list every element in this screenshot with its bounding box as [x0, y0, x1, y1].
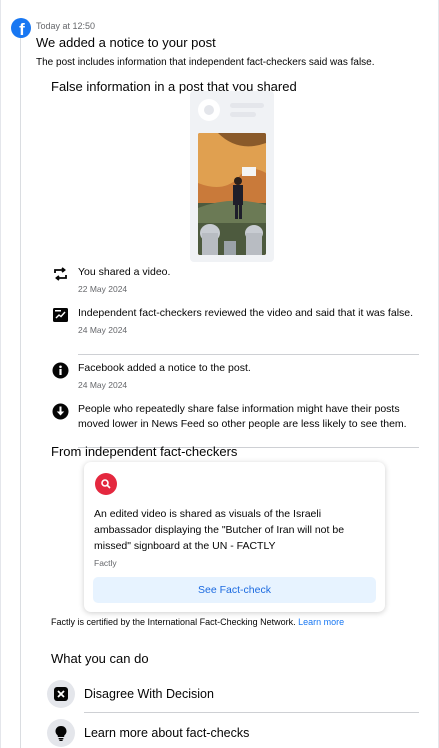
certification-note: Factly is certified by the International…	[51, 617, 344, 627]
timeline-text-body: People who repeatedly share false inform…	[78, 403, 407, 430]
close-x-icon	[47, 680, 75, 708]
fact-check-headline: An edited video is shared as visuals of …	[94, 508, 345, 552]
timeline-date: 22 May 2024	[78, 284, 128, 294]
video-thumbnail[interactable]	[198, 133, 266, 255]
timeline-text-body: You shared a video.	[78, 266, 171, 278]
timeline-text: Facebook added a notice to the post. 24 …	[78, 361, 418, 393]
factly-logo-icon	[95, 473, 117, 495]
action-label: Disagree With Decision	[84, 687, 214, 701]
timeline-item-reviewed: Independent fact-checkers reviewed the v…	[51, 306, 419, 352]
share-repost-icon	[51, 265, 69, 283]
timeline-item-warning: People who repeatedly share false inform…	[51, 402, 419, 446]
timeline-date: 24 May 2024	[78, 325, 128, 335]
video-thumbnail-image	[198, 133, 266, 255]
timeline-text-body: Independent fact-checkers reviewed the v…	[78, 307, 414, 319]
timeline-text: Independent fact-checkers reviewed the v…	[78, 306, 418, 338]
facebook-logo-icon: f	[11, 18, 31, 38]
timeline-text: You shared a video. 22 May 2024	[78, 265, 418, 297]
learn-more-fact-checks-button[interactable]: Learn more about fact-checks	[47, 719, 419, 748]
actions-heading: What you can do	[51, 651, 149, 666]
preview-name-placeholder	[230, 103, 264, 108]
thread-line	[20, 36, 21, 748]
timestamp: Today at 12:50	[36, 21, 96, 31]
fact-check-heading: From independent fact-checkers	[51, 444, 238, 459]
down-arrow-circle-icon	[51, 402, 69, 420]
timeline-text-body: Facebook added a notice to the post.	[78, 362, 251, 374]
info-icon	[51, 361, 69, 379]
notice-title: We added a notice to your post	[36, 35, 216, 50]
timeline-date: 24 May 2024	[78, 380, 128, 390]
timeline-divider	[78, 354, 419, 355]
fact-check-card[interactable]: An edited video is shared as visuals of …	[84, 462, 385, 612]
preview-meta-placeholder	[230, 112, 256, 117]
lightbulb-icon	[47, 719, 75, 747]
fact-check-source: Factly	[94, 558, 117, 568]
learn-more-link[interactable]: Learn more	[298, 617, 344, 627]
timeline-text: People who repeatedly share false inform…	[78, 402, 418, 432]
disagree-with-decision-button[interactable]: Disagree With Decision	[47, 680, 419, 710]
certification-text: Factly is certified by the International…	[51, 617, 296, 627]
preview-avatar-placeholder	[198, 99, 220, 121]
post-preview[interactable]	[190, 91, 274, 262]
notice-subtitle: The post includes information that indep…	[36, 57, 375, 68]
see-fact-check-button[interactable]: See Fact-check	[93, 577, 376, 603]
action-divider	[84, 712, 419, 713]
action-label: Learn more about fact-checks	[84, 726, 250, 740]
flag-review-icon	[51, 306, 69, 324]
timeline-item-notice: Facebook added a notice to the post. 24 …	[51, 361, 419, 391]
timeline-item-shared: You shared a video. 22 May 2024	[51, 265, 419, 295]
